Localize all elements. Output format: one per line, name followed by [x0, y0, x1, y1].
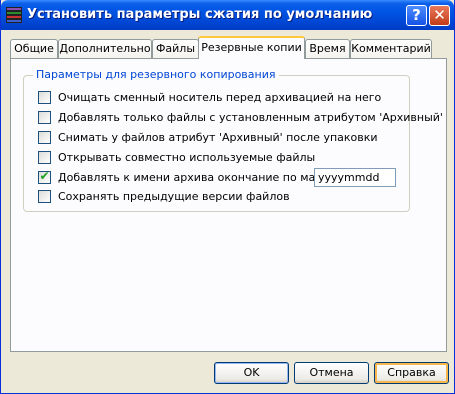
help-button[interactable]: Справка: [374, 362, 449, 384]
mask-input[interactable]: yyyymmdd: [314, 168, 396, 187]
group-title: Параметры для резервного копирования: [33, 68, 279, 81]
winrar-books-icon: [6, 7, 22, 23]
checkbox[interactable]: [38, 190, 51, 203]
option-label: Открывать совместно используемые файлы: [58, 151, 316, 164]
option-label: Добавлять только файлы с установленным а…: [58, 111, 443, 124]
checkbox-checked[interactable]: ✔: [38, 169, 51, 184]
checkbox[interactable]: [38, 91, 51, 104]
help-title-button[interactable]: ?: [406, 5, 427, 26]
ok-button[interactable]: OK: [214, 362, 289, 384]
checkmark-icon: ✔: [39, 169, 50, 183]
tab-backup[interactable]: Резервные копии: [198, 36, 305, 59]
option-label: Сохранять предыдущие версии файлов: [58, 190, 290, 203]
tab-general[interactable]: Общие: [10, 39, 58, 58]
title-bar[interactable]: Установить параметры сжатия по умолчанию…: [1, 0, 454, 30]
tab-comment[interactable]: Комментарий: [350, 39, 432, 58]
tab-files[interactable]: Файлы: [152, 39, 199, 58]
window-title: Установить параметры сжатия по умолчанию: [27, 7, 373, 22]
option-label: Добавлять к имени архива окончание по ма…: [58, 171, 339, 184]
checkbox[interactable]: [38, 131, 51, 144]
tab-time[interactable]: Время: [305, 39, 350, 58]
tab-strip: Общие Дополнительно Файлы Резервные копи…: [10, 36, 447, 59]
option-label: Очищать сменный носитель перед архивацие…: [58, 91, 382, 104]
dialog-window: Установить параметры сжатия по умолчанию…: [0, 0, 455, 394]
close-button[interactable]: ✕: [429, 5, 450, 26]
tab-advanced[interactable]: Дополнительно: [58, 39, 152, 58]
cancel-button[interactable]: Отмена: [294, 362, 369, 384]
option-label: Снимать у файлов атрибут 'Архивный' посл…: [58, 131, 378, 144]
checkbox[interactable]: [38, 111, 51, 124]
checkbox[interactable]: [38, 151, 51, 164]
